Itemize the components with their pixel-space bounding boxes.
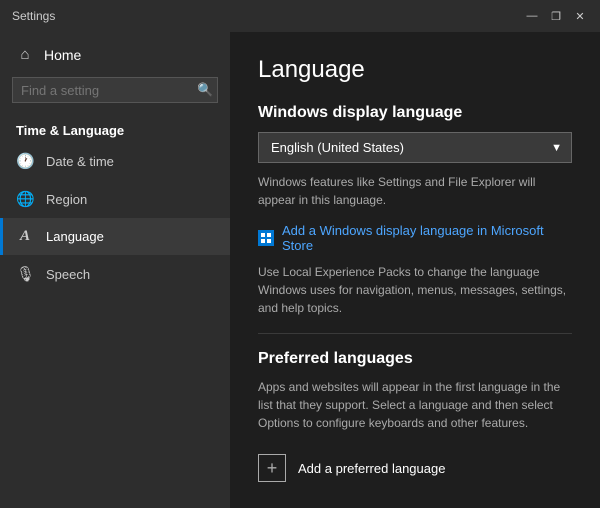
store-link-row[interactable]: Add a Windows display language in Micros… <box>258 223 572 253</box>
home-icon: ⌂ <box>16 46 34 63</box>
preferred-languages-section-title: Preferred languages <box>258 350 572 368</box>
language-icon: A <box>16 228 34 245</box>
titlebar-title: Settings <box>12 9 55 23</box>
add-language-row[interactable]: + Add a preferred language <box>258 446 572 490</box>
store-desc: Use Local Experience Packs to change the… <box>258 263 572 317</box>
language-item-english[interactable]: A English (United States) Default app la… <box>258 500 572 508</box>
sidebar-section-label: Time & Language <box>0 115 230 142</box>
sidebar-item-home[interactable]: ⌂ Home <box>0 32 230 77</box>
section-divider <box>258 333 572 334</box>
sidebar-item-region[interactable]: 🌐 Region <box>0 180 230 218</box>
search-icon: 🔍 <box>197 82 213 98</box>
titlebar: Settings — ❐ ✕ <box>0 0 600 32</box>
sidebar-item-language[interactable]: A Language <box>0 218 230 255</box>
search-box[interactable]: 🔍 <box>12 77 218 103</box>
sidebar-item-label: Date & time <box>46 154 114 169</box>
sidebar-item-label: Region <box>46 192 87 207</box>
preferred-languages-desc: Apps and websites will appear in the fir… <box>258 378 572 432</box>
add-language-label: Add a preferred language <box>298 461 445 476</box>
search-input[interactable] <box>21 83 197 98</box>
close-button[interactable]: ✕ <box>572 8 588 24</box>
minimize-button[interactable]: — <box>524 8 540 24</box>
display-language-desc: Windows features like Settings and File … <box>258 173 572 209</box>
store-icon <box>258 230 274 246</box>
home-label: Home <box>44 47 81 63</box>
region-icon: 🌐 <box>16 190 34 208</box>
speech-icon: 🎙 <box>16 265 34 283</box>
titlebar-controls: — ❐ ✕ <box>524 8 588 24</box>
store-link-text[interactable]: Add a Windows display language in Micros… <box>282 223 572 253</box>
date-time-icon: 🕐 <box>16 152 34 170</box>
page-title: Language <box>258 56 572 84</box>
sidebar-item-label: Speech <box>46 267 90 282</box>
sidebar-item-label: Language <box>46 229 104 244</box>
display-language-section-title: Windows display language <box>258 104 572 122</box>
sidebar: ⌂ Home 🔍 Time & Language 🕐 Date & time 🌐… <box>0 32 230 508</box>
display-language-dropdown-wrapper[interactable]: English (United States) ▼ <box>258 132 572 163</box>
add-language-button[interactable]: + <box>258 454 286 482</box>
sidebar-item-date-time[interactable]: 🕐 Date & time <box>0 142 230 180</box>
maximize-button[interactable]: ❐ <box>548 8 564 24</box>
sidebar-item-speech[interactable]: 🎙 Speech <box>0 255 230 293</box>
content-area: Language Windows display language Englis… <box>230 32 600 508</box>
display-language-dropdown[interactable]: English (United States) <box>258 132 572 163</box>
main-layout: ⌂ Home 🔍 Time & Language 🕐 Date & time 🌐… <box>0 32 600 508</box>
